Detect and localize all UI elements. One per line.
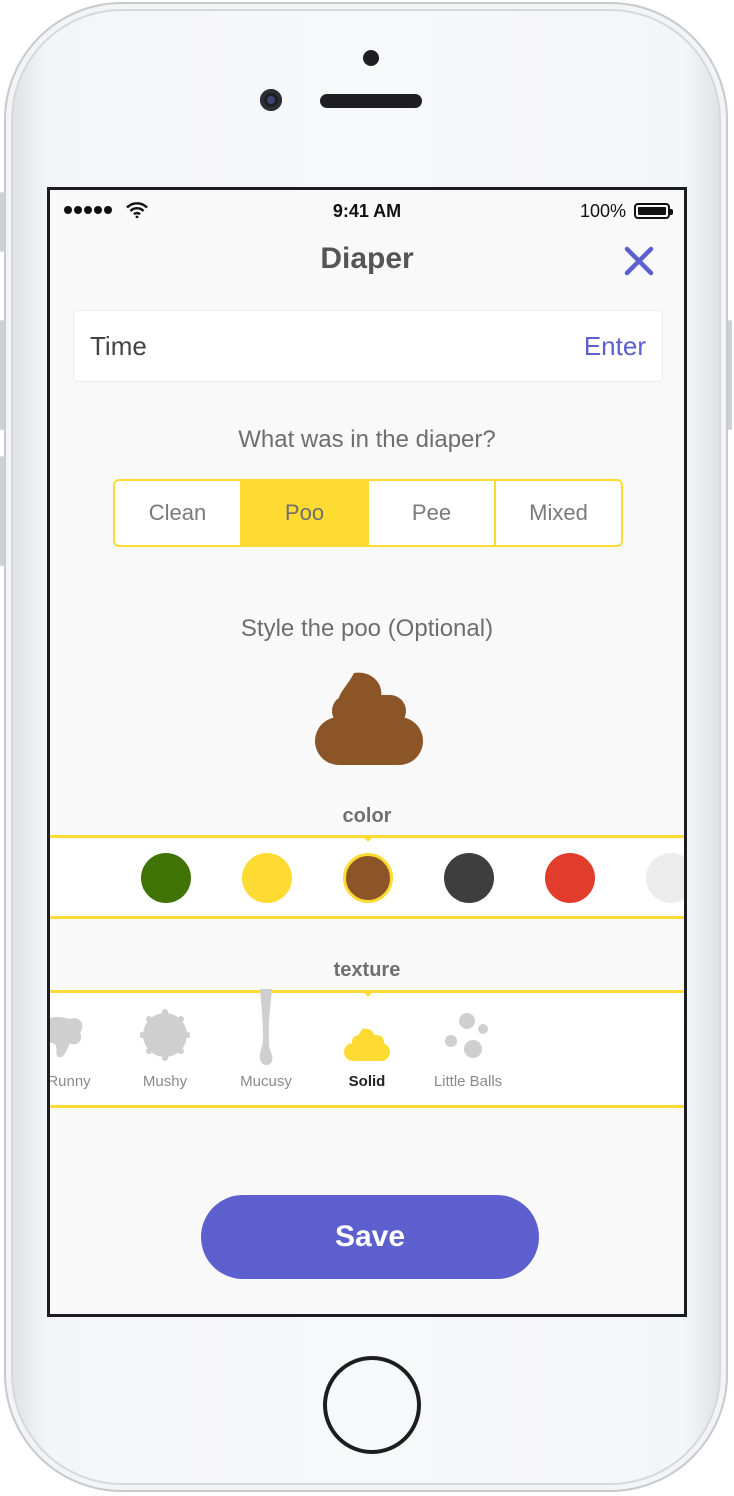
color-pointer: [362, 835, 374, 842]
mucusy-icon: [259, 989, 273, 1066]
solid-icon: [344, 1028, 390, 1061]
time-enter-button[interactable]: Enter: [584, 331, 646, 362]
diaper-type-poo[interactable]: Poo: [240, 481, 367, 545]
little-balls-icon: [445, 1013, 488, 1058]
screen: 9:41 AM 100% Diaper Time Enter What was …: [47, 187, 687, 1317]
page-title: Diaper: [320, 242, 414, 275]
proximity-sensor: [363, 50, 379, 66]
save-button[interactable]: Save: [201, 1195, 539, 1279]
runny-icon: [50, 1017, 83, 1058]
color-picker: [50, 835, 684, 919]
power-button: [728, 320, 732, 430]
texture-picker: Runny Mushy Mucusy Solid Little Balls: [50, 989, 684, 1108]
battery-percentage: 100%: [579, 201, 626, 221]
status-bar: 9:41 AM 100%: [50, 190, 684, 232]
earpiece-speaker: [320, 94, 422, 108]
volume-down-button: [0, 456, 4, 566]
close-icon[interactable]: [622, 244, 656, 278]
color-swatch-red[interactable]: [545, 853, 595, 903]
diaper-type-clean[interactable]: Clean: [115, 481, 240, 545]
color-section-label: color: [342, 805, 392, 827]
texture-mushy[interactable]: Mushy: [115, 993, 215, 1097]
diaper-type-pee[interactable]: Pee: [367, 481, 494, 545]
mute-switch: [0, 192, 4, 252]
texture-section-label: texture: [333, 959, 401, 981]
texture-solid[interactable]: Solid: [317, 993, 417, 1097]
diaper-type-mixed[interactable]: Mixed: [494, 481, 621, 545]
color-swatch-yellow[interactable]: [242, 853, 292, 903]
mushy-icon: [140, 1009, 190, 1061]
volume-up-button: [0, 320, 4, 430]
battery-icon: [634, 203, 673, 219]
poo-preview-icon: [315, 672, 423, 765]
time-label: Time: [90, 331, 147, 361]
style-prompt: Style the poo (Optional): [240, 615, 494, 642]
texture-mucusy[interactable]: Mucusy: [216, 989, 316, 1097]
diaper-question: What was in the diaper?: [238, 426, 496, 453]
color-swatch-white[interactable]: [646, 853, 684, 903]
color-swatch-brown[interactable]: [343, 853, 393, 903]
time-row[interactable]: Time Enter: [73, 310, 663, 382]
front-camera: [260, 89, 282, 111]
texture-little-balls[interactable]: Little Balls: [418, 993, 518, 1097]
color-swatch-black[interactable]: [444, 853, 494, 903]
texture-label: Little Balls: [433, 1073, 503, 1090]
color-swatch-green[interactable]: [141, 853, 191, 903]
home-button[interactable]: [323, 1356, 421, 1454]
diaper-type-selector: Clean Poo Pee Mixed: [113, 479, 623, 547]
